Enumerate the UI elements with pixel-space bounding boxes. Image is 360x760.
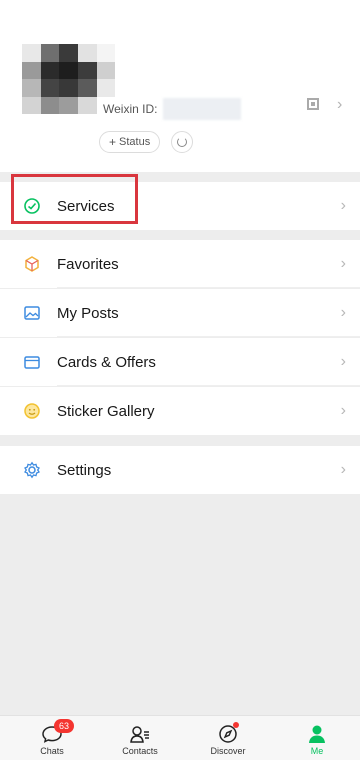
weixin-id-value-redacted bbox=[163, 98, 242, 120]
chevron-right-icon: › bbox=[340, 197, 346, 214]
cards-icon bbox=[22, 352, 42, 372]
menu-item-cards-offers[interactable]: Cards & Offers › bbox=[0, 338, 360, 386]
weixin-id: Weixin ID: bbox=[103, 98, 242, 120]
profile-header[interactable]: Weixin ID: › + Status bbox=[0, 0, 360, 172]
tab-label: Discover bbox=[210, 746, 246, 756]
menu-item-label: My Posts bbox=[57, 304, 119, 322]
tab-chats[interactable]: 63 Chats bbox=[7, 716, 97, 760]
favorites-icon bbox=[22, 254, 42, 274]
divider bbox=[57, 287, 360, 288]
contacts-icon bbox=[128, 722, 152, 746]
chevron-right-icon: › bbox=[340, 353, 346, 370]
refresh-icon bbox=[177, 137, 187, 147]
divider bbox=[57, 385, 360, 386]
plus-icon: + bbox=[109, 135, 117, 149]
notification-dot bbox=[233, 722, 239, 728]
services-highlight-box bbox=[11, 174, 138, 224]
tab-me[interactable]: Me bbox=[272, 716, 360, 760]
my-posts-icon bbox=[22, 303, 42, 323]
me-icon bbox=[305, 722, 329, 746]
chats-icon: 63 bbox=[40, 719, 74, 746]
sticker-icon bbox=[22, 401, 42, 421]
menu-item-sticker-gallery[interactable]: Sticker Gallery › bbox=[0, 387, 360, 435]
tab-discover[interactable]: Discover bbox=[183, 716, 273, 760]
chevron-right-icon: › bbox=[340, 461, 346, 478]
add-status-button[interactable]: + Status bbox=[99, 131, 161, 153]
weixin-id-label: Weixin ID: bbox=[103, 102, 158, 116]
menu-item-label: Sticker Gallery bbox=[57, 402, 155, 420]
qr-code-icon[interactable] bbox=[307, 98, 319, 110]
menu-item-my-posts[interactable]: My Posts › bbox=[0, 289, 360, 337]
chevron-right-icon: › bbox=[337, 96, 343, 113]
tab-contacts[interactable]: Contacts bbox=[95, 716, 185, 760]
menu-item-favorites[interactable]: Favorites › bbox=[0, 240, 360, 288]
bottom-tab-bar: 63 Chats Contacts Discover Me bbox=[0, 715, 360, 760]
menu-item-label: Settings bbox=[57, 461, 112, 479]
tab-label: Chats bbox=[40, 746, 64, 756]
discover-icon bbox=[216, 722, 240, 746]
unread-badge: 63 bbox=[54, 719, 74, 733]
tab-label: Me bbox=[310, 746, 324, 756]
chevron-right-icon: › bbox=[340, 402, 346, 419]
status-label: Status bbox=[119, 136, 151, 148]
chevron-right-icon: › bbox=[340, 304, 346, 321]
menu-item-label: Cards & Offers bbox=[57, 353, 156, 371]
tab-label: Contacts bbox=[122, 746, 158, 756]
menu-item-label: Favorites bbox=[57, 255, 119, 273]
menu-item-settings[interactable]: Settings › bbox=[0, 446, 360, 494]
status-refresh-button[interactable] bbox=[171, 131, 193, 153]
divider bbox=[57, 336, 360, 337]
chevron-right-icon: › bbox=[340, 255, 346, 272]
settings-icon bbox=[22, 460, 42, 480]
